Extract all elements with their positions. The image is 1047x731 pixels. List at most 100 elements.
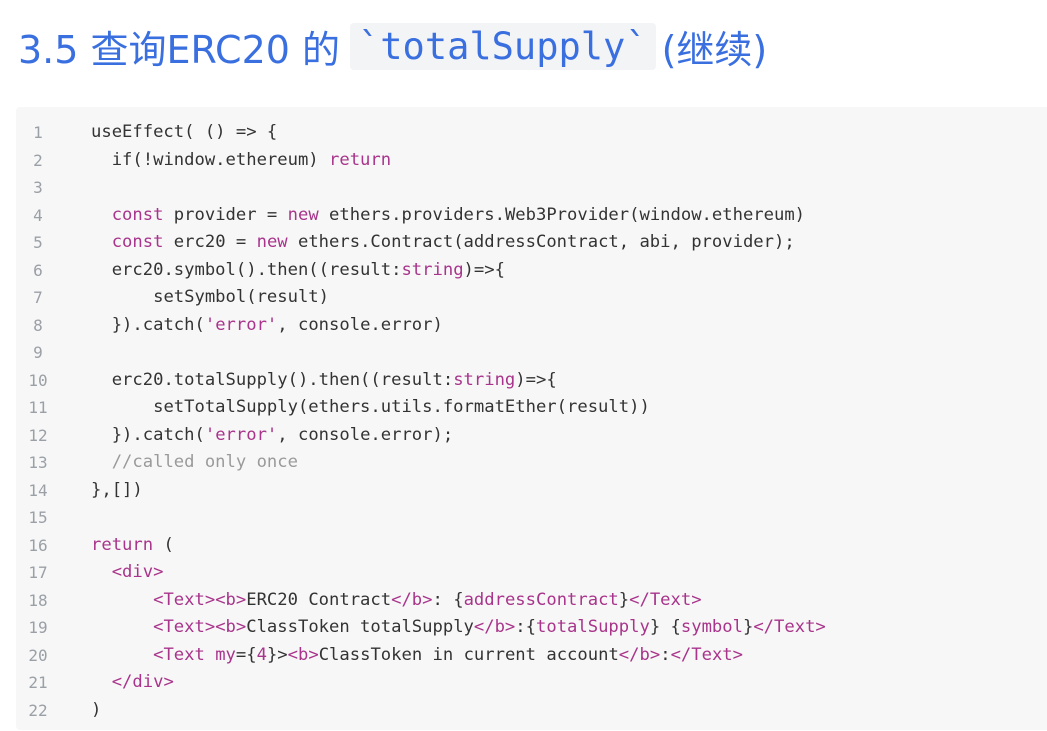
title-suffix: (继续) bbox=[661, 27, 768, 72]
code-line: 8 }).catch('error', console.error) bbox=[16, 312, 1047, 340]
code-token: provider = bbox=[163, 204, 288, 225]
code-text: <Text><b>ERC20 Contract</b>: {addressCon… bbox=[91, 587, 702, 615]
code-text: }).catch('error', console.error); bbox=[91, 422, 454, 450]
code-token: } bbox=[742, 617, 754, 637]
code-token: </div> bbox=[111, 672, 174, 692]
code-token: ethers.Contract(addressContract, abi, pr… bbox=[287, 232, 795, 252]
slide-page: 3.5 查询ERC20 的 `totalSupply` (继续) 1 useEff… bbox=[0, 0, 1047, 731]
code-token: </b> bbox=[618, 644, 661, 665]
code-text: }).catch('error', console.error) bbox=[91, 312, 443, 340]
code-token: }).catch( bbox=[111, 424, 205, 445]
code-token: ) bbox=[91, 699, 102, 720]
line-number: 18 bbox=[28, 590, 48, 610]
code-line: 2 if(!window.ethereum) return bbox=[16, 147, 1047, 175]
code-line: 11 setTotalSupply(ethers.utils.formatEth… bbox=[16, 394, 1047, 422]
line-number: 4 bbox=[33, 205, 43, 225]
code-text: setSymbol(result) bbox=[91, 284, 329, 312]
line-number: 20 bbox=[28, 645, 48, 665]
code-line: 22) bbox=[16, 697, 1047, 725]
code-token: const bbox=[111, 204, 164, 225]
code-token: <b> bbox=[215, 589, 247, 610]
code-token: },[]) bbox=[91, 479, 143, 500]
code-text: <Text><b>ClassToken totalSupply</b>:{tot… bbox=[91, 614, 826, 642]
line-number: 1 bbox=[33, 123, 43, 142]
code-token: : bbox=[660, 644, 671, 665]
code-text: ) bbox=[91, 697, 101, 725]
code-token: 'error' bbox=[204, 314, 278, 335]
code-token: , console.error); bbox=[277, 424, 454, 445]
code-line: 13 //called only once bbox=[16, 449, 1047, 477]
code-token: <Text bbox=[153, 644, 205, 665]
code-text: if(!window.ethereum) return bbox=[91, 147, 391, 175]
line-number: 6 bbox=[33, 260, 43, 280]
line-number: 5 bbox=[33, 233, 43, 252]
code-token: erc20.symbol().then((result: bbox=[111, 259, 402, 280]
code-text: <Text my={4}><b>ClassToken in current ac… bbox=[91, 642, 743, 670]
code-token: ethers.providers.Web3Provider(window.eth… bbox=[318, 204, 806, 225]
code-line: 19 <Text><b>ClassToken totalSupply</b>:{… bbox=[16, 614, 1047, 642]
code-line: 10 erc20.totalSupply().then((result:stri… bbox=[16, 367, 1047, 395]
code-text: const erc20 = new ethers.Contract(addres… bbox=[91, 229, 795, 257]
line-number: 10 bbox=[28, 370, 48, 390]
code-line: 5 const erc20 = new ethers.Contract(addr… bbox=[16, 229, 1047, 257]
code-token: erc20 = bbox=[163, 232, 257, 252]
code-token: <b> bbox=[287, 644, 319, 665]
code-token: )=>{ bbox=[515, 369, 557, 390]
slide-title: 3.5 查询ERC20 的 `totalSupply` (继续) bbox=[18, 14, 767, 78]
code-token: } bbox=[618, 589, 630, 610]
code-text: erc20.symbol().then((result:string)=>{ bbox=[91, 257, 505, 285]
code-line: 21 </div> bbox=[16, 669, 1047, 697]
code-token: ClassToken totalSupply bbox=[246, 617, 474, 637]
code-text: setTotalSupply(ethers.utils.formatEther(… bbox=[91, 394, 650, 422]
code-token: erc20.totalSupply().then((result: bbox=[111, 369, 454, 390]
code-token: //called only once bbox=[111, 452, 298, 472]
code-token: new bbox=[256, 232, 288, 252]
title-code-span: `totalSupply` bbox=[350, 22, 656, 70]
code-token: setSymbol(result) bbox=[153, 287, 330, 307]
line-number: 17 bbox=[28, 563, 48, 582]
code-token: <Text> bbox=[153, 617, 216, 637]
code-text: useEffect( () => { bbox=[91, 119, 277, 147]
code-token: </Text> bbox=[629, 589, 702, 610]
code-token: : { bbox=[432, 589, 464, 610]
code-token: , console.error) bbox=[277, 314, 443, 335]
code-token: symbol bbox=[680, 617, 743, 637]
code-line: 1 useEffect( () => { bbox=[16, 119, 1047, 147]
code-token: return bbox=[91, 534, 154, 555]
code-text: },[]) bbox=[91, 477, 143, 505]
code-line: 18 <Text><b>ERC20 Contract</b>: {address… bbox=[16, 587, 1047, 615]
line-number: 14 bbox=[28, 480, 48, 500]
code-line: 3 bbox=[16, 174, 1047, 202]
code-line: 7 setSymbol(result) bbox=[16, 284, 1047, 312]
code-token: ( bbox=[153, 534, 174, 555]
line-number: 13 bbox=[28, 453, 48, 472]
code-text: erc20.totalSupply().then((result:string)… bbox=[91, 367, 557, 395]
code-token: <Text> bbox=[153, 589, 216, 610]
code-text: <div> bbox=[91, 559, 164, 587]
code-token: addressContract bbox=[463, 589, 619, 610]
code-line: 14 },[]) bbox=[16, 477, 1047, 505]
code-token: } { bbox=[649, 617, 681, 637]
code-token: string bbox=[401, 259, 464, 280]
code-token: string bbox=[453, 369, 516, 390]
line-number: 11 bbox=[28, 398, 48, 417]
code-token: <b> bbox=[215, 617, 247, 637]
code-line: 20 <Text my={4}><b>ClassToken in current… bbox=[16, 642, 1047, 670]
line-number: 8 bbox=[33, 315, 43, 335]
line-number: 9 bbox=[33, 343, 43, 362]
code-text: </div> bbox=[91, 669, 174, 697]
code-line: 6 erc20.symbol().then((result:string)=>{ bbox=[16, 257, 1047, 285]
